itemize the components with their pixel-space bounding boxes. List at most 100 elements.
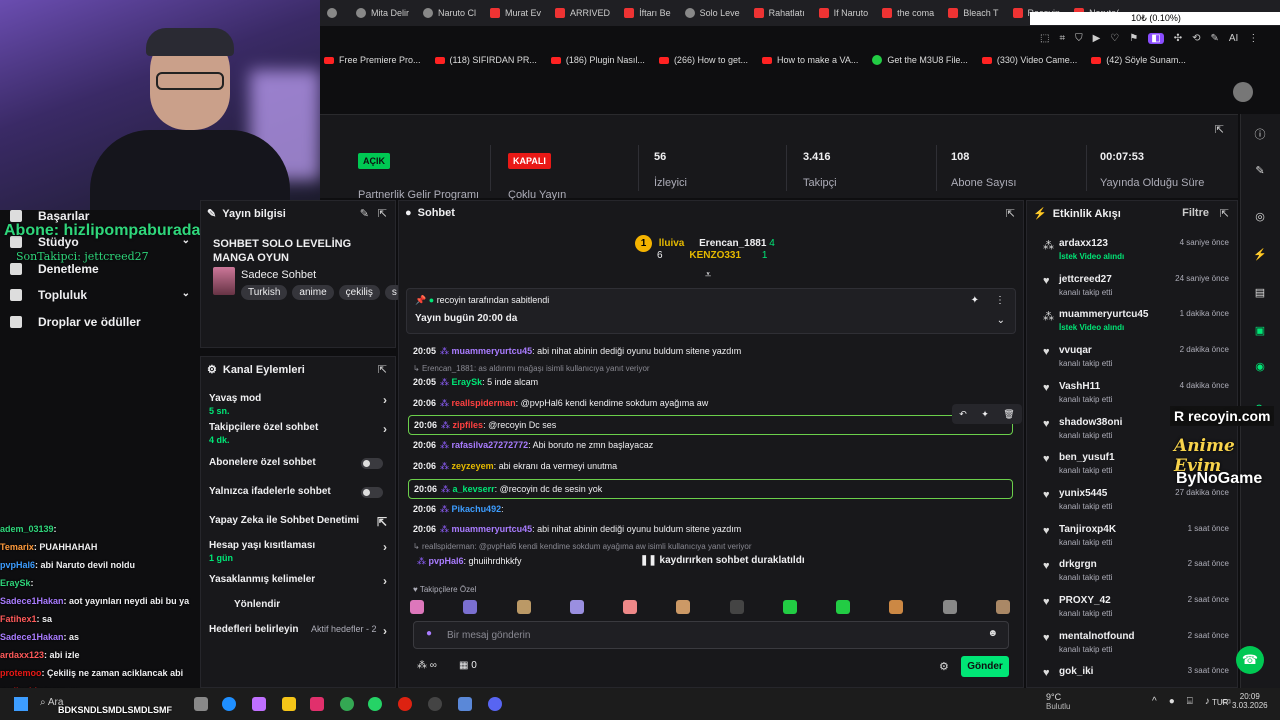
browser-tab[interactable]: Naruto Cl: [416, 0, 483, 26]
nav-item-2[interactable]: Denetleme: [10, 262, 188, 276]
bookmark-item[interactable]: Free Premiere Pro...: [324, 55, 421, 65]
bookmark-item[interactable]: (118) SIFIRDAN PR...: [434, 55, 537, 65]
browser-tab[interactable]: the coma: [875, 0, 941, 26]
folder-icon[interactable]: [282, 697, 296, 711]
browser-tab[interactable]: [320, 0, 349, 26]
extension-active-icon[interactable]: ◧: [1148, 32, 1164, 44]
puzzle-icon[interactable]: ✣: [1174, 33, 1182, 44]
emote-icon[interactable]: [410, 600, 424, 614]
chevron-up-icon[interactable]: ^: [1152, 696, 1157, 707]
shield-icon[interactable]: ⛉: [1075, 33, 1083, 44]
activity-item[interactable]: ♥ Tanjiroxp4K kanalı takip etti 1 saat önce: [1043, 524, 1229, 547]
filter-button[interactable]: Filtre: [1182, 207, 1209, 219]
emote-icon[interactable]: [623, 600, 638, 614]
refresh-icon[interactable]: ⟲: [1192, 33, 1200, 44]
pencil-icon[interactable]: ✎: [1253, 164, 1267, 178]
activity-item[interactable]: ♥ vvuqar kanalı takip etti 2 dakika önce: [1043, 345, 1229, 368]
menu-icon[interactable]: ⋮: [1248, 33, 1258, 44]
crop-icon[interactable]: ⌗: [1059, 33, 1065, 44]
popout-icon[interactable]: ⇱: [1006, 207, 1015, 220]
lightning-icon[interactable]: ⚡: [1253, 248, 1267, 262]
chat-username[interactable]: pvpHal6: [429, 556, 464, 566]
bookmark-item[interactable]: Get the M3U8 File...: [872, 55, 968, 65]
activity-item[interactable]: ♥ mentalnotfound kanalı takip etti 2 saat ö…: [1043, 631, 1229, 654]
stream-tag[interactable]: Turkish: [241, 285, 288, 300]
activity-item[interactable]: ♥ PROXY_42 kanalı takip etti 2 saat önce: [1043, 595, 1229, 618]
emote-icon[interactable]: [676, 600, 691, 614]
settings-icon[interactable]: [458, 697, 472, 711]
chat-leaderboard[interactable]: 1 lluiva Erencan_1881 4 6 KENZO331 1: [635, 235, 775, 261]
pinned-message[interactable]: 📌 ● recoyin tarafından sabitlendi Yayın …: [406, 288, 1016, 334]
bookmark-item[interactable]: (266) How to get...: [658, 55, 748, 65]
broadcast-icon[interactable]: ◉: [1253, 360, 1267, 374]
channel-action-row[interactable]: Yavaş mod 5 sn. ›: [209, 393, 389, 416]
chat-username[interactable]: zeyzeyem: [452, 461, 494, 471]
activity-item[interactable]: ⁂ ardaxx123 İstek Video alındı 4 saniye önc…: [1043, 238, 1229, 261]
obs-icon[interactable]: [428, 697, 442, 711]
chat-message[interactable]: 20:06 ⁂ zipfiles: @recoyin Dc ses: [408, 415, 1013, 435]
network-icon[interactable]: ⌸: [1187, 696, 1193, 707]
nav-item-3[interactable]: Topluluk ⌄: [10, 288, 190, 302]
chat-message[interactable]: 20:06 ⁂ reallspiderman: @pvpHal6 kendi ke…: [413, 396, 1013, 410]
browser-tab[interactable]: Solo Leve: [678, 0, 747, 26]
emote-icon[interactable]: [569, 600, 584, 614]
unpin-icon[interactable]: ✦: [971, 295, 979, 306]
heart-icon[interactable]: ♡: [1110, 33, 1119, 44]
chat-username[interactable]: rafasilva27272772: [452, 440, 529, 450]
ai-button[interactable]: AI: [1229, 33, 1238, 44]
channel-action-row[interactable]: Yapay Zeka ile Sohbet Denetimi ⇱: [209, 515, 389, 529]
chat-message[interactable]: 20:05 ⁂ EraySk: 5 inde alcam: [413, 375, 1013, 389]
browser-tab[interactable]: ARRIVED: [548, 0, 617, 26]
stream-tag[interactable]: anime: [292, 285, 334, 300]
weather-widget[interactable]: 9°C Bulutlu: [1046, 692, 1070, 711]
redirect-label[interactable]: Yönlendir: [234, 599, 280, 610]
browser-tab[interactable]: Rahatlatı: [747, 0, 812, 26]
camera-icon[interactable]: ◎: [1253, 210, 1267, 224]
nav-item-0[interactable]: Başarılar: [10, 209, 188, 223]
chat-icon[interactable]: ▣: [1253, 324, 1267, 338]
channel-action-row[interactable]: Yasaklanmış kelimeler ›: [209, 574, 389, 588]
chat-username[interactable]: muammeryurtcu45: [452, 524, 533, 534]
discord-icon[interactable]: [488, 697, 502, 711]
bookmark-item[interactable]: (42) Söyle Sunam...: [1091, 55, 1186, 65]
avatar[interactable]: [1233, 82, 1253, 102]
activity-item[interactable]: ♥ jettcreed27 kanalı takip etti 24 saniye ö…: [1043, 274, 1229, 297]
send-button[interactable]: Gönder: [961, 656, 1009, 677]
emote-icon[interactable]: [836, 600, 851, 614]
chat-username[interactable]: EraySk: [452, 377, 483, 387]
copilot-icon[interactable]: [252, 697, 266, 711]
emote-icon[interactable]: [889, 600, 904, 614]
clipboard-icon[interactable]: ▤: [1253, 286, 1267, 300]
bookmark-item[interactable]: (186) Plugin Nasıl...: [550, 55, 645, 65]
chevron-down-icon[interactable]: ⌄: [997, 315, 1005, 326]
chat-message[interactable]: 20:06 ⁂ zeyzeyem: abi ekranı da vermeyi u…: [413, 459, 1013, 473]
video-icon[interactable]: ▶: [1093, 33, 1101, 44]
chat-input[interactable]: ● Bir mesaj gönderin ☻: [413, 621, 1009, 649]
chat-username[interactable]: a_kevserr: [453, 484, 495, 494]
emoji-icon[interactable]: ☻: [987, 628, 998, 639]
scroll-anchor-icon[interactable]: ⩡: [705, 269, 711, 282]
popout-icon[interactable]: ⇱: [1220, 207, 1229, 220]
chat-username[interactable]: Pikachu492: [452, 504, 502, 514]
channel-action-row[interactable]: Hedefleri belirleyin Aktif hedefler - 2 ›: [209, 624, 389, 638]
chat-paused-notice[interactable]: ❚❚ kaydırırken sohbet duraklatıldı: [636, 555, 809, 566]
mic-icon[interactable]: ●: [426, 628, 432, 639]
bookmark-icon[interactable]: ⚑: [1129, 33, 1138, 44]
activity-item[interactable]: ♥ gok_iki 3 saat önce: [1043, 666, 1229, 679]
emote-icon[interactable]: [516, 600, 531, 614]
infinity-icon[interactable]: ⁂ ∞: [417, 660, 437, 671]
pin-icon[interactable]: ✦: [981, 409, 989, 420]
channel-action-row[interactable]: Abonelere özel sohbet: [209, 457, 389, 469]
browser-tab[interactable]: Murat Ev: [483, 0, 548, 26]
opera-icon[interactable]: [398, 697, 412, 711]
emote-icon[interactable]: [782, 600, 797, 614]
language-indicator[interactable]: TUR: [1212, 698, 1228, 707]
volume-icon[interactable]: ♪: [1205, 696, 1210, 707]
info-icon[interactable]: ⓘ: [1253, 126, 1267, 141]
support-chat-icon[interactable]: ☎: [1236, 646, 1264, 674]
popout-icon[interactable]: ⇱: [378, 207, 387, 220]
instagram-icon[interactable]: [310, 697, 324, 711]
channel-action-row[interactable]: Takipçilere özel sohbet 4 dk. ›: [209, 422, 389, 445]
activity-item[interactable]: ♥ VashH11 kanalı takip etti 4 dakika önce: [1043, 381, 1229, 404]
browser-tab[interactable]: Bleach T: [941, 0, 1005, 26]
